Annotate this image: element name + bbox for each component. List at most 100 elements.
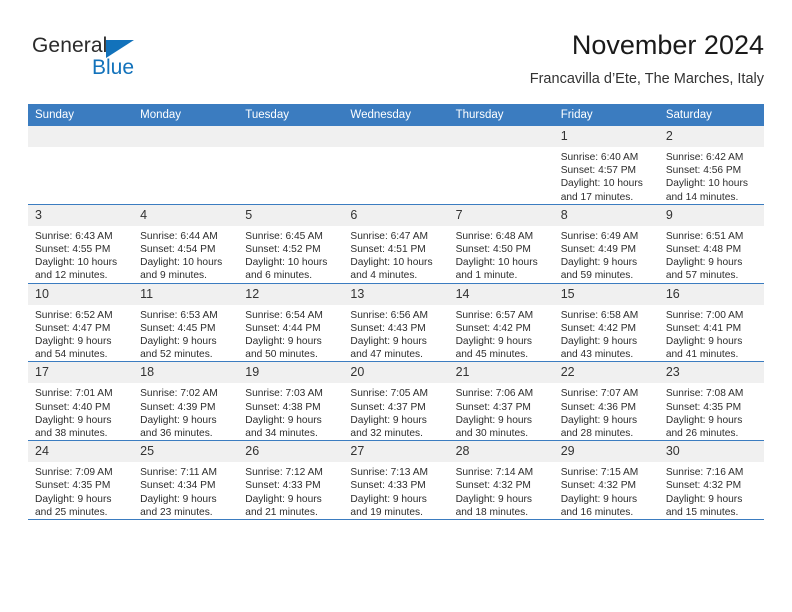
day-number: 20	[343, 362, 449, 384]
sunrise-text: Sunrise: 7:03 AM	[245, 388, 323, 400]
sunrise-text: Sunrise: 6:57 AM	[455, 309, 534, 321]
calendar-day-cell[interactable]: 6 Sunrise: 6:47 AM Sunset: 4:51 PM Daylight…	[343, 203, 449, 284]
calendar-day-cell[interactable]: 20 Sunrise: 7:05 AM Sunset: 4:37 PM Dayligh…	[343, 361, 449, 441]
day-number: 15	[553, 283, 659, 305]
day-number: 21	[448, 362, 554, 384]
calendar-day-cell[interactable]: 16 Sunrise: 7:00 AM Sunset: 4:41 PM Dayligh…	[658, 282, 764, 362]
calendar-day-cell[interactable]: 19 Sunrise: 7:03 AM Sunset: 4:38 PM Dayligh…	[238, 361, 344, 441]
sunset-text: Sunset: 4:50 PM	[455, 244, 531, 256]
calendar-day-cell[interactable]: 1 Sunrise: 6:40 AM Sunset: 4:57 PM Daylight…	[553, 126, 659, 205]
calendar-day-cell[interactable]: 5 Sunrise: 6:45 AM Sunset: 4:52 PM Daylight…	[238, 203, 344, 284]
daylight-text: Daylight: 10 hours and 17 minutes.	[560, 178, 643, 203]
day-details: Sunrise: 7:12 AM Sunset: 4:33 PM Daylight:…	[238, 462, 343, 519]
calendar-day-cell[interactable]: 15 Sunrise: 6:58 AM Sunset: 4:42 PM Dayligh…	[553, 282, 659, 362]
daylight-text: Daylight: 9 hours and 21 minutes.	[245, 493, 322, 518]
day-number: 30	[658, 441, 764, 463]
day-number	[28, 126, 134, 147]
day-details: Sunrise: 6:56 AM Sunset: 4:43 PM Daylight:…	[343, 305, 448, 362]
daylight-text: Daylight: 10 hours and 4 minutes.	[350, 257, 433, 282]
daylight-text: Daylight: 9 hours and 59 minutes.	[560, 257, 638, 282]
daylight-text: Daylight: 9 hours and 57 minutes.	[665, 257, 743, 282]
daylight-text: Daylight: 9 hours and 18 minutes.	[455, 493, 533, 518]
daylight-text: Daylight: 9 hours and 16 minutes.	[560, 493, 638, 518]
sunrise-text: Sunrise: 6:42 AM	[665, 152, 744, 163]
calendar-bottom-rule	[28, 519, 764, 520]
day-details: Sunrise: 7:05 AM Sunset: 4:37 PM Daylight:…	[343, 383, 448, 440]
weekday-header-monday: Monday	[133, 104, 239, 126]
calendar-day-cell[interactable]: 14 Sunrise: 6:57 AM Sunset: 4:42 PM Dayligh…	[448, 282, 554, 362]
day-details: Sunrise: 7:07 AM Sunset: 4:36 PM Daylight:…	[554, 383, 659, 440]
sunset-text: Sunset: 4:36 PM	[560, 401, 637, 413]
calendar-day-cell[interactable]: 22 Sunrise: 7:07 AM Sunset: 4:36 PM Dayligh…	[553, 361, 659, 441]
sunset-text: Sunset: 4:32 PM	[455, 480, 531, 492]
day-number: 26	[238, 441, 344, 463]
calendar-day-cell[interactable]: 18 Sunrise: 7:02 AM Sunset: 4:39 PM Dayligh…	[133, 361, 239, 441]
day-number: 24	[28, 441, 134, 463]
sunset-text: Sunset: 4:32 PM	[665, 480, 742, 492]
calendar-day-cell[interactable]: 29 Sunrise: 7:15 AM Sunset: 4:32 PM Dayligh…	[553, 440, 659, 520]
weekday-header-friday: Friday	[553, 104, 659, 126]
sunset-text: Sunset: 4:40 PM	[35, 401, 111, 413]
day-number: 17	[28, 362, 134, 384]
sunrise-text: Sunrise: 7:09 AM	[35, 467, 113, 479]
calendar-day-cell[interactable]: 21 Sunrise: 7:06 AM Sunset: 4:37 PM Dayligh…	[448, 361, 554, 441]
day-details: Sunrise: 7:08 AM Sunset: 4:35 PM Daylight:…	[659, 383, 764, 440]
weekday-header-row: Sunday Monday Tuesday Wednesday Thursday…	[28, 104, 764, 126]
day-number: 25	[133, 441, 239, 463]
calendar-day-cell[interactable]: 2 Sunrise: 6:42 AM Sunset: 4:56 PM Daylight…	[658, 126, 764, 205]
calendar-day-cell[interactable]: 13 Sunrise: 6:56 AM Sunset: 4:43 PM Dayligh…	[343, 282, 449, 362]
sunset-text: Sunset: 4:47 PM	[35, 322, 111, 334]
calendar-week-row: 1 Sunrise: 6:40 AM Sunset: 4:57 PM Daylight…	[28, 126, 764, 205]
calendar-day-cell[interactable]: 4 Sunrise: 6:44 AM Sunset: 4:54 PM Daylight…	[133, 203, 239, 284]
day-number: 3	[28, 204, 134, 226]
sunset-text: Sunset: 4:35 PM	[665, 401, 742, 413]
calendar-day-cell[interactable]: 27 Sunrise: 7:13 AM Sunset: 4:33 PM Dayligh…	[343, 440, 449, 520]
calendar-day-cell[interactable]: 3 Sunrise: 6:43 AM Sunset: 4:55 PM Daylight…	[28, 203, 134, 284]
day-number: 27	[343, 441, 449, 463]
day-details: Sunrise: 7:09 AM Sunset: 4:35 PM Daylight:…	[28, 462, 133, 519]
calendar-day-cell[interactable]: 11 Sunrise: 6:53 AM Sunset: 4:45 PM Dayligh…	[133, 282, 239, 362]
day-number	[238, 126, 344, 147]
sunrise-text: Sunrise: 7:13 AM	[350, 467, 429, 479]
sunrise-text: Sunrise: 7:02 AM	[140, 388, 218, 400]
calendar-day-cell[interactable]: 12 Sunrise: 6:54 AM Sunset: 4:44 PM Dayligh…	[238, 282, 344, 362]
calendar-day-cell[interactable]: 17 Sunrise: 7:01 AM Sunset: 4:40 PM Dayligh…	[28, 361, 134, 441]
calendar-day-cell[interactable]: 10 Sunrise: 6:52 AM Sunset: 4:47 PM Dayligh…	[28, 282, 134, 362]
calendar-day-cell[interactable]: 25 Sunrise: 7:11 AM Sunset: 4:34 PM Dayligh…	[133, 440, 239, 520]
day-details: Sunrise: 6:44 AM Sunset: 4:54 PM Daylight:…	[133, 226, 238, 283]
calendar-day-cell[interactable]: 7 Sunrise: 6:48 AM Sunset: 4:50 PM Daylight…	[448, 203, 554, 284]
calendar-day-cell-empty	[28, 126, 134, 205]
daylight-text: Daylight: 9 hours and 26 minutes.	[665, 414, 743, 440]
daylight-text: Daylight: 9 hours and 52 minutes.	[140, 336, 217, 361]
calendar-day-cell[interactable]: 26 Sunrise: 7:12 AM Sunset: 4:33 PM Dayligh…	[238, 440, 344, 520]
calendar-day-cell[interactable]: 9 Sunrise: 6:51 AM Sunset: 4:48 PM Daylight…	[658, 203, 764, 284]
day-number: 7	[448, 204, 554, 226]
calendar-day-cell[interactable]: 30 Sunrise: 7:16 AM Sunset: 4:32 PM Dayligh…	[658, 440, 764, 520]
day-number: 8	[553, 204, 659, 226]
sunrise-text: Sunrise: 7:08 AM	[665, 388, 744, 400]
page-header: General Blue November 2024 Francavilla d…	[28, 28, 764, 96]
day-number: 23	[658, 362, 764, 384]
sunset-text: Sunset: 4:48 PM	[665, 244, 742, 256]
calendar-day-cell[interactable]: 8 Sunrise: 6:49 AM Sunset: 4:49 PM Daylight…	[553, 203, 659, 284]
sunset-text: Sunset: 4:57 PM	[560, 165, 637, 177]
day-details: Sunrise: 6:45 AM Sunset: 4:52 PM Daylight:…	[238, 226, 343, 283]
weekday-header-thursday: Thursday	[448, 104, 554, 126]
calendar-day-cell[interactable]: 23 Sunrise: 7:08 AM Sunset: 4:35 PM Dayligh…	[658, 361, 764, 441]
day-details: Sunrise: 6:57 AM Sunset: 4:42 PM Daylight:…	[449, 305, 554, 362]
sunrise-text: Sunrise: 6:45 AM	[245, 230, 323, 242]
sunset-text: Sunset: 4:32 PM	[560, 480, 637, 492]
calendar-day-cell[interactable]: 24 Sunrise: 7:09 AM Sunset: 4:35 PM Dayligh…	[28, 440, 134, 520]
weekday-header-sunday: Sunday	[28, 104, 134, 126]
sunset-text: Sunset: 4:55 PM	[35, 244, 111, 256]
general-blue-logo[interactable]: General Blue	[32, 34, 222, 86]
daylight-text: Daylight: 9 hours and 36 minutes.	[140, 414, 217, 440]
day-details: Sunrise: 6:43 AM Sunset: 4:55 PM Daylight:…	[28, 226, 133, 283]
daylight-text: Daylight: 10 hours and 12 minutes.	[35, 257, 118, 282]
calendar-day-cell[interactable]: 28 Sunrise: 7:14 AM Sunset: 4:32 PM Dayligh…	[448, 440, 554, 520]
day-details: Sunrise: 6:51 AM Sunset: 4:48 PM Daylight:…	[659, 226, 764, 283]
logo-text-general: General	[32, 34, 108, 57]
sunrise-text: Sunrise: 6:47 AM	[350, 230, 429, 242]
sunrise-text: Sunrise: 6:40 AM	[560, 152, 639, 163]
sunset-text: Sunset: 4:42 PM	[560, 322, 637, 334]
